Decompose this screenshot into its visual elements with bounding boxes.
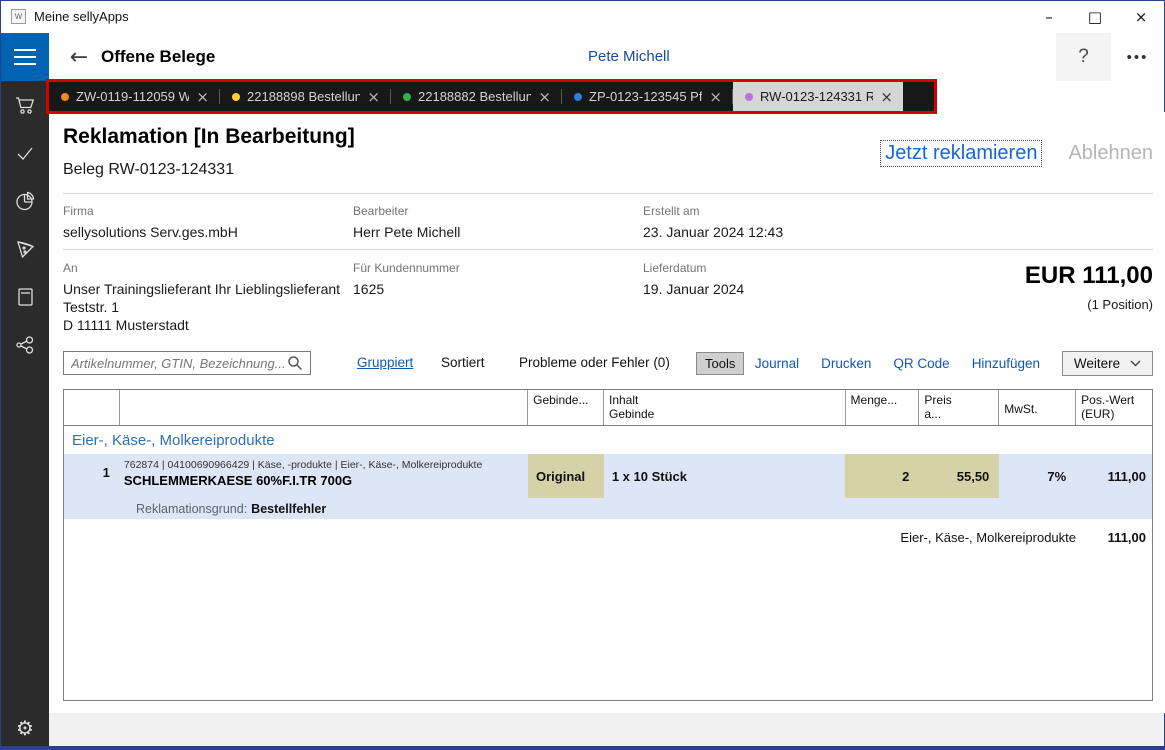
pie-chart-icon[interactable] xyxy=(13,189,37,213)
mwst-cell: 7% xyxy=(999,454,1076,498)
tab-close-icon[interactable]: × xyxy=(196,88,209,106)
drucken-link[interactable]: Drucken xyxy=(821,356,871,371)
erstellt-am-value: 23. Januar 2024 12:43 xyxy=(643,223,783,241)
inhalt-cell: 1 x 10 Stück xyxy=(604,454,845,498)
app-header: ← Offene Belege Pete Michell ? ••• xyxy=(1,33,1164,81)
tab-status-dot xyxy=(232,93,240,101)
article-meta: 762874 | 04100690966429 | Käse, -produkt… xyxy=(124,459,528,471)
back-arrow-icon[interactable]: ← xyxy=(63,41,95,73)
kundennummer-label: Für Kundennummer xyxy=(353,261,460,275)
group-summary-row: Eier-, Käse-, Molkereiprodukte 111,00 xyxy=(64,524,1152,550)
tab-strip: ZW-0119-112059 W... × 22188898 Bestellun… xyxy=(49,81,936,112)
gebinde-cell[interactable]: Original xyxy=(528,454,604,498)
an-label: An xyxy=(63,261,78,275)
preis-cell[interactable]: 55,50 xyxy=(919,454,999,498)
bearbeiter-label: Bearbeiter xyxy=(353,204,408,218)
search-input[interactable] xyxy=(63,351,311,375)
an-address: Unser Trainingslieferant Ihr Lieblingsli… xyxy=(63,280,340,334)
check-icon[interactable] xyxy=(13,141,37,165)
close-button[interactable]: × xyxy=(1118,1,1164,33)
col-mwst[interactable]: MwSt. xyxy=(999,390,1076,425)
hinzufuegen-link[interactable]: Hinzufügen xyxy=(972,356,1040,371)
tab-zp-0123-123545[interactable]: ZP-0123-123545 Pfa... × xyxy=(562,81,732,112)
more-options-button[interactable]: ••• xyxy=(1111,33,1164,81)
tools-button[interactable]: Tools xyxy=(696,352,744,375)
position-count: (1 Position) xyxy=(1087,297,1153,312)
user-name-link[interactable]: Pete Michell xyxy=(588,48,670,65)
window-title: Meine sellyApps xyxy=(34,9,129,24)
article-name: SCHLEMMERKAESE 60%F.I.TR 700G xyxy=(124,473,528,488)
row-number: 1 xyxy=(64,454,120,498)
minimize-button[interactable]: – xyxy=(1026,1,1072,33)
pizza-slice-icon[interactable] xyxy=(13,237,37,261)
table-row[interactable]: 1 762874 | 04100690966429 | Käse, -produ… xyxy=(64,454,1152,498)
col-menge[interactable]: Menge... xyxy=(846,390,920,425)
probleme-toggle[interactable]: Probleme oder Fehler (0) xyxy=(519,355,670,370)
tab-status-dot xyxy=(403,93,411,101)
tab-status-dot xyxy=(745,93,753,101)
tab-status-dot xyxy=(574,93,582,101)
group-header-row[interactable]: Eier-, Käse-, Molkereiprodukte xyxy=(64,426,1152,454)
editable-cells: 2 55,50 xyxy=(845,454,999,498)
sortiert-toggle[interactable]: Sortiert xyxy=(441,355,485,370)
help-button[interactable]: ? xyxy=(1056,33,1111,81)
title-bar: w Meine sellyApps – □ × xyxy=(1,1,1164,33)
tab-close-icon[interactable]: × xyxy=(538,88,551,106)
jetzt-reklamieren-button[interactable]: Jetzt reklamieren xyxy=(880,140,1042,167)
app-window: w Meine sellyApps – □ × ← Offene Belege … xyxy=(0,0,1165,750)
positions-table: Gebinde... InhaltGebinde Menge... Preisa… xyxy=(63,389,1153,701)
weitere-dropdown[interactable]: Weitere xyxy=(1062,351,1153,376)
tab-22188898[interactable]: 22188898 Bestellung × xyxy=(220,81,390,112)
app-icon: w xyxy=(11,9,26,24)
document-number: Beleg RW-0123-124331 xyxy=(63,161,234,179)
hamburger-menu-button[interactable] xyxy=(1,33,49,81)
erstellt-am-label: Erstellt am xyxy=(643,204,700,218)
bottom-gray-bar xyxy=(49,713,1164,747)
gear-icon[interactable]: ⚙ xyxy=(13,716,37,740)
cart-icon[interactable] xyxy=(13,93,37,117)
sidebar: ⚙ xyxy=(1,81,49,747)
tab-rw-0123-124331-active[interactable]: RW-0123-124331 Re... × xyxy=(733,81,903,112)
lieferdatum-label: Lieferdatum xyxy=(643,261,706,275)
document-title: Reklamation [In Bearbeitung] xyxy=(63,125,355,149)
journal-link[interactable]: Journal xyxy=(755,356,799,371)
divider xyxy=(63,193,1153,194)
menge-cell[interactable]: 2 xyxy=(845,454,919,498)
reklamation-reason-row: Reklamationsgrund: Bestellfehler xyxy=(64,498,1152,519)
col-pos-wert[interactable]: Pos.-Wert(EUR) xyxy=(1076,390,1152,425)
main-content: Reklamation [In Bearbeitung] Beleg RW-01… xyxy=(49,112,1165,713)
col-inhalt-gebinde[interactable]: InhaltGebinde xyxy=(604,390,846,425)
firma-value: sellysolutions Serv.ges.mbH xyxy=(63,223,238,241)
search-icon[interactable] xyxy=(287,355,303,371)
tab-zw-0119-112059[interactable]: ZW-0119-112059 W... × xyxy=(49,81,219,112)
tab-close-icon[interactable]: × xyxy=(709,88,722,106)
chevron-down-icon xyxy=(1130,360,1141,367)
document-total: EUR 111,00 xyxy=(1025,262,1153,290)
window-border xyxy=(1,746,1164,750)
col-gebinde[interactable]: Gebinde... xyxy=(528,390,604,425)
firma-label: Firma xyxy=(63,204,94,218)
book-icon[interactable] xyxy=(13,285,37,309)
table-header: Gebinde... InhaltGebinde Menge... Preisa… xyxy=(64,390,1152,426)
kundennummer-value: 1625 xyxy=(353,280,384,298)
divider xyxy=(63,249,1153,250)
maximize-button[interactable]: □ xyxy=(1072,1,1118,33)
qr-code-link[interactable]: QR Code xyxy=(893,356,949,371)
ablehnen-button[interactable]: Ablehnen xyxy=(1068,142,1153,165)
tab-close-icon[interactable]: × xyxy=(367,88,380,106)
share-network-icon[interactable] xyxy=(13,333,37,357)
tab-22188882[interactable]: 22188882 Bestellung × xyxy=(391,81,561,112)
tab-close-icon[interactable]: × xyxy=(880,88,893,106)
col-preis[interactable]: Preisa... xyxy=(919,390,999,425)
gruppiert-toggle[interactable]: Gruppiert xyxy=(357,355,413,370)
bearbeiter-value: Herr Pete Michell xyxy=(353,223,460,241)
lieferdatum-value: 19. Januar 2024 xyxy=(643,280,744,298)
page-title: Offene Belege xyxy=(101,47,215,67)
pos-wert-cell: 111,00 xyxy=(1076,454,1152,498)
tab-status-dot xyxy=(61,93,69,101)
